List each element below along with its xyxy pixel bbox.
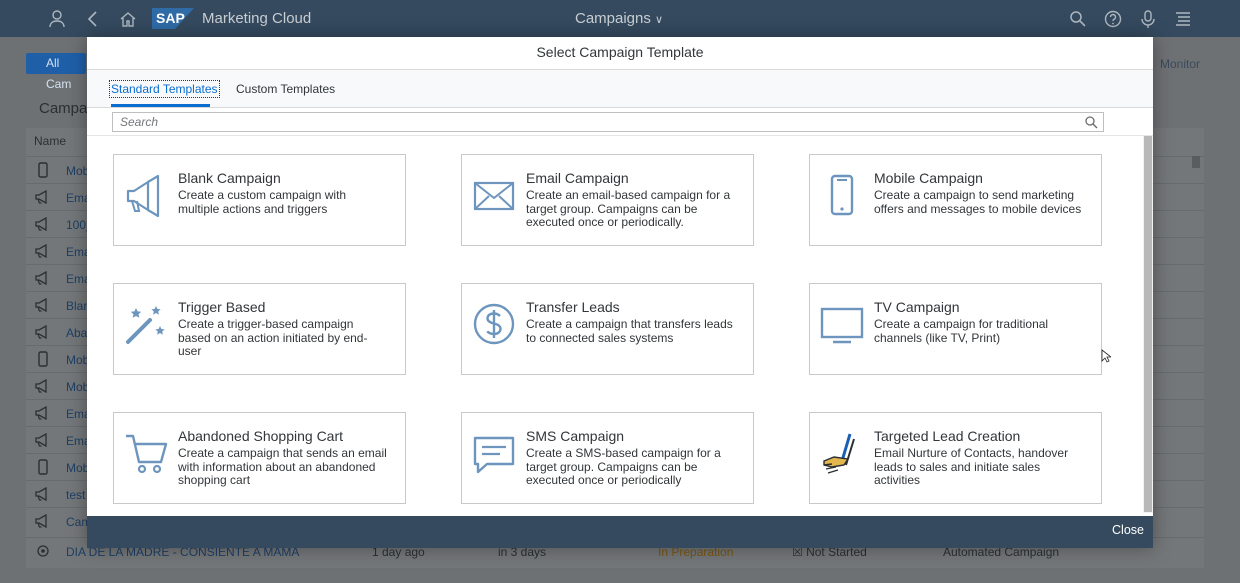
user-icon[interactable] [47,9,67,29]
page-title-menu[interactable]: Campaigns ∨ [575,10,663,27]
search-field[interactable] [112,112,1104,132]
sms-icon [473,436,515,474]
template-tile[interactable]: TV Campaign Create a campaign for traditi… [809,283,1102,375]
template-description: Create a SMS-based campaign for a target… [526,446,721,487]
template-description: Create a custom campaign with multiple a… [178,188,347,216]
megaphone-icon [35,378,47,394]
cart-icon [126,434,168,474]
template-title: Trigger Based [178,299,266,315]
microphone-icon[interactable] [1138,9,1158,29]
template-title: Targeted Lead Creation [874,428,1021,444]
template-tile[interactable]: Blank Campaign Create a custom campaign w… [113,154,406,246]
template-tile[interactable]: Trigger Based Create a trigger-based camp… [113,283,406,375]
template-title: Mobile Campaign [874,170,983,186]
mobile-icon [830,174,854,216]
search-icon[interactable] [1084,115,1098,129]
help-icon[interactable] [1103,9,1123,29]
template-description: Create a campaign to send marketing offe… [874,188,1082,216]
mobile-icon [38,459,48,475]
all-campaigns-button[interactable]: All Cam [26,53,86,91]
template-title: SMS Campaign [526,428,625,444]
dollar-icon [473,303,515,345]
template-description: Create a trigger-based campaign based on… [178,317,368,358]
dialog-scrollbar[interactable] [1143,136,1153,513]
table-scrollbar[interactable] [1192,156,1200,168]
template-title: TV Campaign [874,299,960,315]
template-description: Create a campaign for traditional channe… [874,317,1049,345]
template-tile[interactable]: Abandoned Shopping Cart Create a campaign… [113,412,406,504]
template-title: Blank Campaign [178,170,281,186]
campaign-name[interactable]: Mob [66,380,89,394]
page-title: Campaigns [575,10,651,27]
template-tile[interactable]: Mobile Campaign Create a campaign to send… [809,154,1102,246]
name-column-header: Name [34,134,67,148]
campaigns-section-title: Campai [39,100,91,117]
template-tab-bar: Standard Templates Custom Templates [87,70,1153,108]
template-tile[interactable]: Transfer Leads Create a campaign that tra… [461,283,754,375]
megaphone-icon [126,174,160,218]
search-input[interactable] [113,113,1073,131]
tab-standard-templates[interactable]: Standard Templates [109,80,220,98]
shell-bar: SAP Marketing Cloud Campaigns ∨ [0,0,1240,37]
email-icon [473,181,515,211]
dialog-footer: Close [87,516,1153,548]
megaphone-icon [35,324,47,340]
megaphone-icon [35,216,47,232]
automation-icon [37,545,49,557]
template-tile[interactable]: SMS Campaign Create a SMS-based campaign … [461,412,754,504]
megaphone-icon [35,189,47,205]
active-tab-indicator [111,104,210,107]
template-description: Create a campaign that sends an email wi… [178,446,387,487]
app-title: Marketing Cloud [202,10,312,27]
template-description: Email Nurture of Contacts, handover lead… [874,446,1069,487]
megaphone-icon [35,270,47,286]
mouse-cursor-icon [1101,349,1111,363]
campaign-name[interactable]: test [66,488,85,502]
megaphone-icon [35,513,47,529]
template-grid: Blank Campaign Create a custom campaign w… [87,136,1143,517]
magic-wand-icon [126,306,165,344]
mobile-icon [38,162,48,178]
megaphone-icon [35,432,47,448]
template-description: Create an email-based campaign for a tar… [526,188,731,229]
close-button[interactable]: Close [1112,523,1144,537]
chevron-down-icon: ∨ [655,14,664,26]
template-description: Create a campaign that transfers leads t… [526,317,733,345]
tab-custom-templates[interactable]: Custom Templates [236,82,335,96]
template-title: Transfer Leads [526,299,620,315]
lead-creation-icon [823,433,855,474]
monitor-link[interactable]: Monitor [1160,57,1200,71]
select-template-dialog: Select Campaign Template Standard Templa… [87,37,1153,548]
notifications-list-icon[interactable] [1173,9,1193,29]
template-title: Email Campaign [526,170,629,186]
template-tile[interactable]: Targeted Lead Creation Email Nurture of C… [809,412,1102,504]
megaphone-icon [35,486,47,502]
template-title: Abandoned Shopping Cart [178,428,344,444]
megaphone-icon [35,297,47,313]
search-icon[interactable] [1068,9,1088,29]
scrollbar-thumb[interactable] [1144,136,1152,512]
dialog-title: Select Campaign Template [87,37,1153,70]
tv-icon [820,307,864,344]
mobile-icon [38,351,48,367]
megaphone-icon [35,405,47,421]
tab-label: Custom Templates [236,82,336,96]
tab-label: Standard Templates [109,80,220,98]
megaphone-icon [35,243,47,259]
template-tile[interactable]: Email Campaign Create an email-based camp… [461,154,754,246]
back-icon[interactable] [83,9,103,29]
sap-logo: SAP [152,8,194,29]
home-icon[interactable] [118,9,138,29]
